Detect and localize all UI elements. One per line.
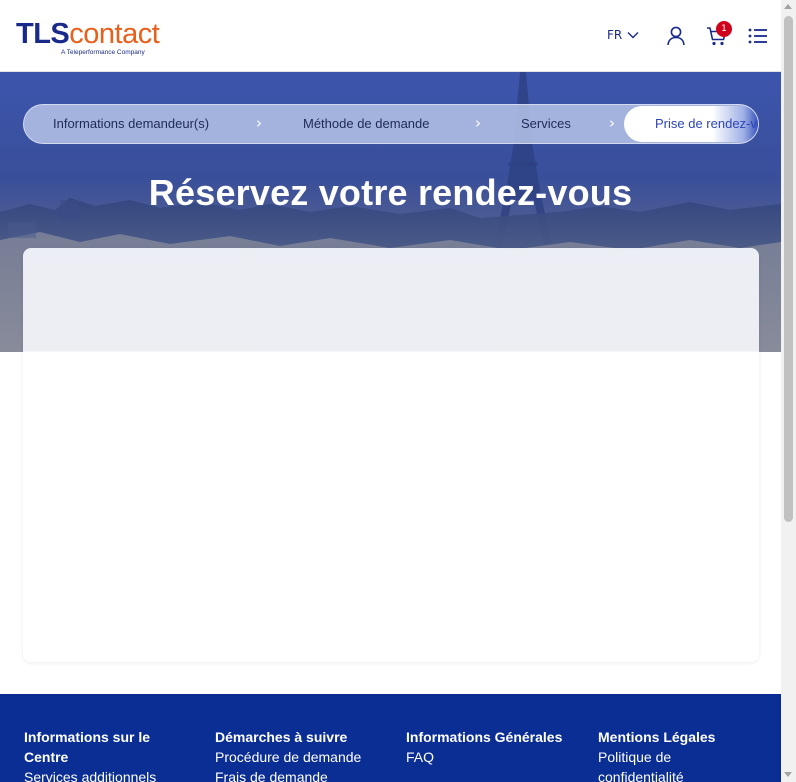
cart-count-badge: 1: [716, 21, 732, 37]
footer-heading: Mentions Légales: [598, 729, 716, 745]
page-scrollbar[interactable]: [781, 0, 796, 782]
chevron-down-icon: [627, 32, 639, 39]
account-button[interactable]: [664, 24, 688, 48]
step-separator-icon: ›: [256, 114, 262, 132]
booking-stepper: Informations demandeur(s) › Méthode de d…: [23, 104, 759, 144]
language-label: FR: [607, 28, 623, 42]
logo-text-secondary: contact: [69, 18, 160, 50]
footer-column-procedures: Démarches à suivre Procédure de demande …: [215, 727, 375, 782]
scrollbar-thumb[interactable]: [784, 16, 793, 522]
step-services[interactable]: Services: [521, 105, 571, 143]
user-icon: [667, 26, 685, 46]
footer-column-centre-info: Informations sur le Centre Services addi…: [24, 727, 184, 782]
footer-link-faq[interactable]: FAQ: [406, 747, 566, 767]
footer-heading: Informations sur le Centre: [24, 729, 151, 765]
site-header: TLScontact A Teleperformance Company FR …: [0, 0, 781, 72]
footer-link-application-fees[interactable]: Frais de demande: [215, 767, 375, 782]
menu-button[interactable]: [746, 24, 770, 48]
menu-list-icon: [748, 28, 767, 44]
footer-column-legal: Mentions Légales Politique de confidenti…: [598, 727, 758, 782]
footer-link-additional-services[interactable]: Services additionnels: [24, 767, 184, 782]
step-application-method[interactable]: Méthode de demande: [303, 105, 429, 143]
footer-heading: Informations Générales: [406, 729, 563, 745]
scroll-down-arrow-icon[interactable]: [784, 772, 792, 777]
appointment-card: [23, 248, 759, 662]
site-footer: Informations sur le Centre Services addi…: [0, 694, 781, 782]
footer-heading: Démarches à suivre: [215, 729, 348, 745]
page-title: Réservez votre rendez-vous: [148, 172, 633, 213]
step-separator-icon: ›: [609, 114, 615, 132]
tlscontact-logo[interactable]: TLScontact A Teleperformance Company: [16, 18, 160, 57]
step-appointment-booking[interactable]: Prise de rendez-vous: [624, 106, 758, 142]
step-applicant-info[interactable]: Informations demandeur(s): [53, 105, 209, 143]
footer-link-privacy-policy[interactable]: Politique de confidentialité: [598, 747, 758, 782]
scroll-up-arrow-icon[interactable]: [784, 4, 792, 9]
footer-link-application-procedure[interactable]: Procédure de demande: [215, 747, 375, 767]
language-selector[interactable]: FR: [607, 28, 639, 42]
logo-text-primary: TLS: [16, 18, 70, 50]
logo-tagline: A Teleperformance Company: [61, 49, 145, 56]
footer-column-general-info: Informations Générales FAQ: [406, 727, 566, 767]
step-separator-icon: ›: [475, 114, 481, 132]
